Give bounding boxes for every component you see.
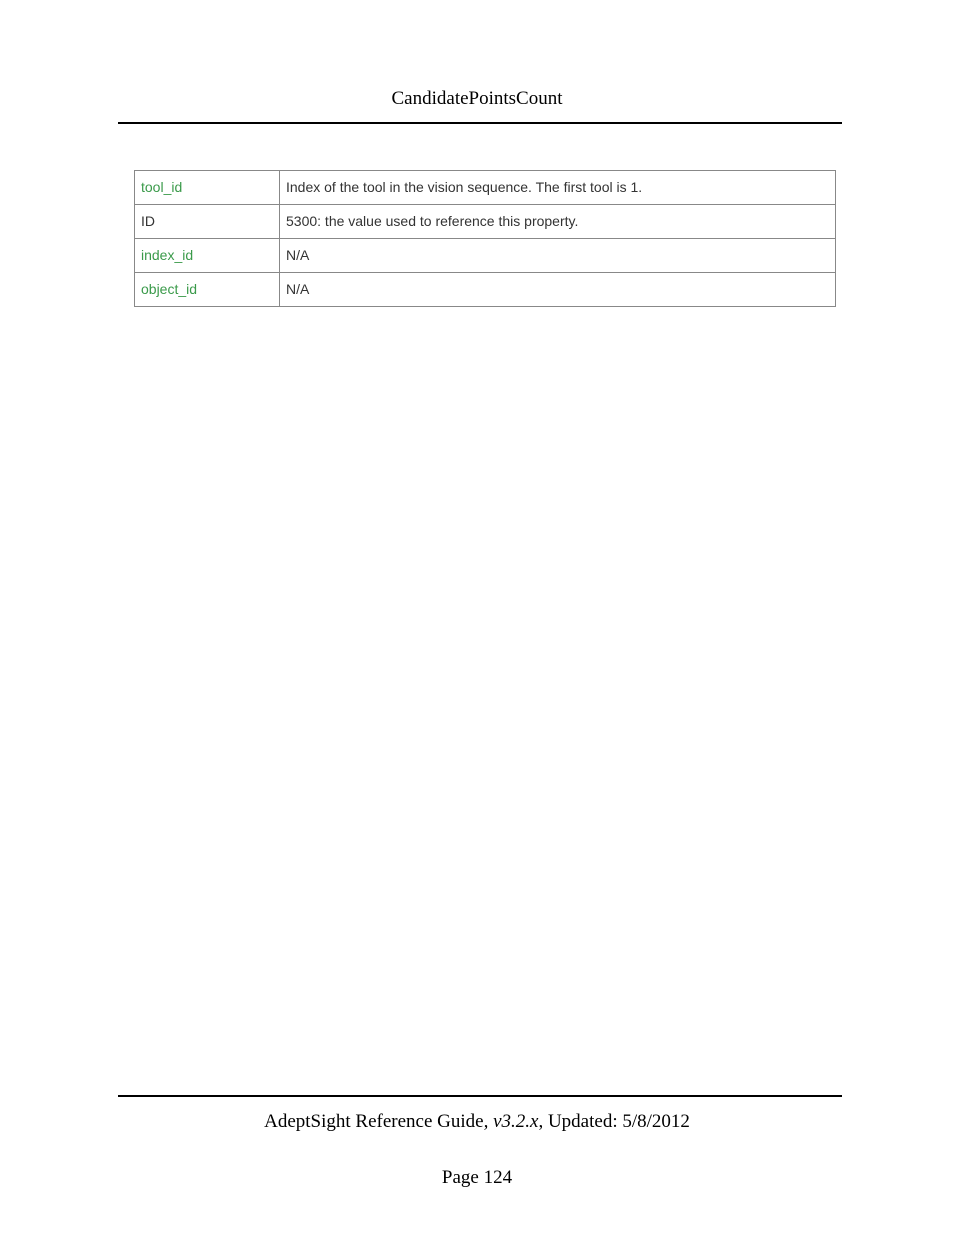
table-row: tool_id Index of the tool in the vision …	[135, 171, 836, 205]
property-name-cell: ID	[135, 204, 280, 238]
property-desc-cell: N/A	[280, 238, 836, 272]
page-number: Page 124	[0, 1133, 954, 1235]
property-link[interactable]: object_id	[141, 281, 197, 297]
property-name-cell: object_id	[135, 272, 280, 306]
footer-text: AdeptSight Reference Guide, v3.2.x, Upda…	[0, 1097, 954, 1133]
page-title: CandidatePointsCount	[0, 88, 954, 122]
table-row: index_id N/A	[135, 238, 836, 272]
table-row: object_id N/A	[135, 272, 836, 306]
content-area: tool_id Index of the tool in the vision …	[0, 124, 954, 307]
property-desc-cell: N/A	[280, 272, 836, 306]
footer-updated: , Updated: 5/8/2012	[538, 1111, 689, 1132]
page-footer: AdeptSight Reference Guide, v3.2.x, Upda…	[0, 1095, 954, 1235]
footer-guide: AdeptSight Reference Guide	[264, 1111, 483, 1132]
property-desc-cell: 5300: the value used to reference this p…	[280, 204, 836, 238]
property-link[interactable]: index_id	[141, 247, 193, 263]
property-name: ID	[141, 213, 155, 229]
property-link[interactable]: tool_id	[141, 179, 182, 195]
property-name-cell: tool_id	[135, 171, 280, 205]
page-header: CandidatePointsCount	[0, 0, 954, 124]
property-desc-cell: Index of the tool in the vision sequence…	[280, 171, 836, 205]
table-row: ID 5300: the value used to reference thi…	[135, 204, 836, 238]
footer-version: , v3.2.x	[484, 1111, 539, 1132]
property-name-cell: index_id	[135, 238, 280, 272]
properties-table: tool_id Index of the tool in the vision …	[134, 170, 836, 307]
